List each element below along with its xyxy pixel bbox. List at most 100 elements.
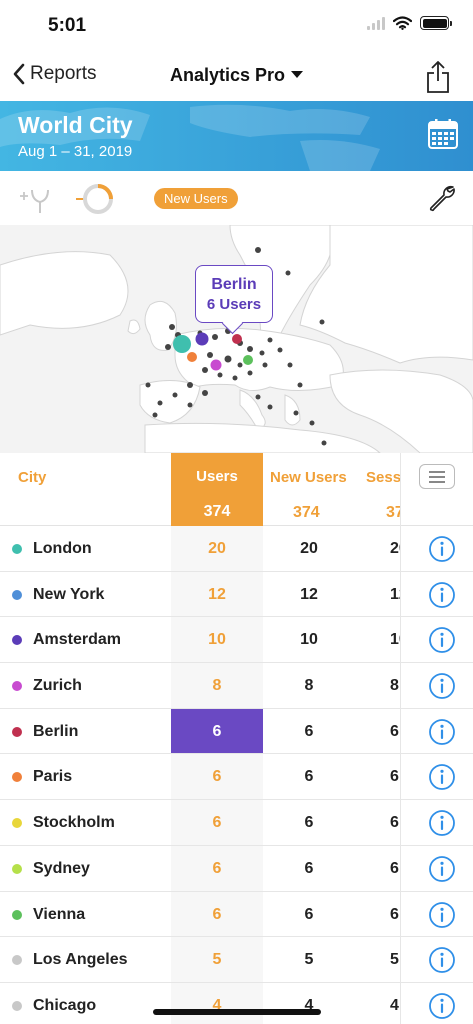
users-value: 8 [212, 677, 222, 695]
city-color-dot [12, 726, 22, 737]
new-users-value: 8 [304, 677, 314, 695]
sessions-value: 8 [390, 677, 399, 695]
users-value: 6 [212, 905, 222, 923]
info-icon[interactable] [428, 992, 456, 1020]
table-row[interactable]: Chicago 4 4 4 [0, 982, 473, 1024]
info-icon[interactable] [428, 535, 456, 563]
column-header-new-users[interactable]: New Users [270, 469, 347, 486]
wifi-icon [393, 16, 412, 30]
column-header-users[interactable]: Users 374 [171, 453, 263, 526]
table-row[interactable]: Los Angeles 5 5 5 [0, 937, 473, 983]
status-bar: 5:01 [0, 0, 473, 52]
city-name: Los Angeles [33, 951, 128, 969]
calendar-icon[interactable] [427, 118, 459, 150]
sessions-value: 6 [390, 905, 399, 923]
users-value: 6 [212, 814, 222, 832]
sessions-value: 6 [390, 722, 399, 740]
city-name: Sydney [33, 859, 90, 877]
city-name: Zurich [33, 677, 82, 695]
tooltip-city: Berlin [211, 276, 257, 293]
sessions-value: 20 [390, 540, 400, 557]
city-name: New York [33, 585, 105, 603]
date-range: Aug 1 – 31, 2019 [18, 143, 133, 160]
sessions-value: 4 [390, 996, 399, 1014]
info-icon[interactable] [428, 809, 456, 837]
city-name: Chicago [33, 996, 97, 1014]
report-banner: World City Aug 1 – 31, 2019 [0, 101, 473, 171]
status-icons [367, 16, 452, 30]
app-switcher[interactable]: Analytics Pro [0, 65, 473, 86]
share-icon[interactable] [425, 60, 451, 94]
city-table: London 20 20 20 New York 12 12 12 Amsterdam 10 10 1… [0, 526, 473, 1024]
new-users-value: 10 [300, 631, 318, 649]
new-users-value: 6 [304, 859, 314, 877]
city-color-dot [12, 772, 22, 783]
table-row[interactable]: Stockholm 6 6 6 [0, 800, 473, 846]
info-icon[interactable] [428, 763, 456, 791]
sessions-value: 10 [390, 631, 400, 649]
info-icon[interactable] [428, 672, 456, 700]
table-row[interactable]: Berlin 6 6 6 [0, 708, 473, 755]
new-users-value: 6 [304, 814, 314, 832]
map-canvas [0, 225, 473, 453]
sessions-value: 6 [390, 814, 399, 832]
users-value: 5 [212, 951, 222, 969]
table-row[interactable]: Vienna 6 6 6 [0, 891, 473, 938]
caret-down-icon [291, 71, 304, 78]
city-name: Stockholm [33, 814, 115, 832]
signal-icon [367, 16, 385, 30]
new-users-value: 5 [304, 951, 314, 969]
column-menu-button[interactable] [419, 464, 455, 489]
column-header-city[interactable]: City [18, 469, 46, 486]
city-color-dot [12, 818, 22, 829]
sessions-value: 6 [390, 768, 399, 786]
info-icon[interactable] [428, 626, 456, 654]
city-color-dot [12, 635, 22, 646]
info-icon[interactable] [428, 581, 456, 609]
table-row[interactable]: Zurich 8 8 8 [0, 663, 473, 709]
city-name: Vienna [33, 905, 86, 923]
metric-pill[interactable]: New Users [154, 188, 238, 209]
new-users-value: 12 [300, 585, 318, 603]
home-indicator [153, 1009, 321, 1015]
sessions-header-label: Sessions [366, 469, 400, 486]
info-icon[interactable] [428, 901, 456, 929]
table-row[interactable]: New York 12 12 12 [0, 571, 473, 618]
info-icon[interactable] [428, 946, 456, 974]
users-value: 6 [212, 859, 222, 877]
column-divider [400, 453, 401, 1024]
sessions-value: 5 [390, 951, 399, 969]
new-users-value: 6 [304, 768, 314, 786]
wrench-icon[interactable] [427, 183, 457, 213]
info-icon[interactable] [428, 718, 456, 746]
city-color-dot [12, 681, 22, 692]
info-icon[interactable] [428, 855, 456, 883]
table-header: City Users 374 New Users 374 Sessions 37… [0, 453, 473, 526]
sessions-total: 374 [386, 504, 400, 521]
new-users-total: 374 [293, 504, 320, 521]
users-value: 20 [208, 540, 226, 557]
city-color-dot [12, 589, 22, 600]
split-icon[interactable] [18, 186, 52, 214]
city-name: London [33, 540, 92, 557]
donut-icon[interactable] [74, 182, 114, 216]
city-map[interactable] [0, 225, 473, 453]
table-row[interactable]: Amsterdam 10 10 10 [0, 617, 473, 664]
city-name: Berlin [33, 722, 79, 740]
users-header-label: Users [196, 468, 238, 485]
table-row[interactable]: Sydney 6 6 6 [0, 845, 473, 892]
users-value: 6 [212, 722, 222, 740]
column-header-sessions[interactable]: Sessions 374 [366, 453, 400, 526]
new-users-value: 6 [304, 905, 314, 923]
tooltip-users: 6 Users [206, 296, 262, 313]
table-row[interactable]: Paris 6 6 6 [0, 754, 473, 801]
city-color-dot [12, 909, 22, 920]
battery-icon [420, 16, 452, 30]
report-title: World City [18, 112, 133, 138]
table-row[interactable]: London 20 20 20 [0, 526, 473, 572]
new-users-value: 20 [300, 540, 318, 557]
city-color-dot [12, 863, 22, 874]
users-value: 10 [208, 631, 226, 649]
toolbar: New Users [0, 171, 473, 225]
city-name: Amsterdam [33, 631, 122, 649]
